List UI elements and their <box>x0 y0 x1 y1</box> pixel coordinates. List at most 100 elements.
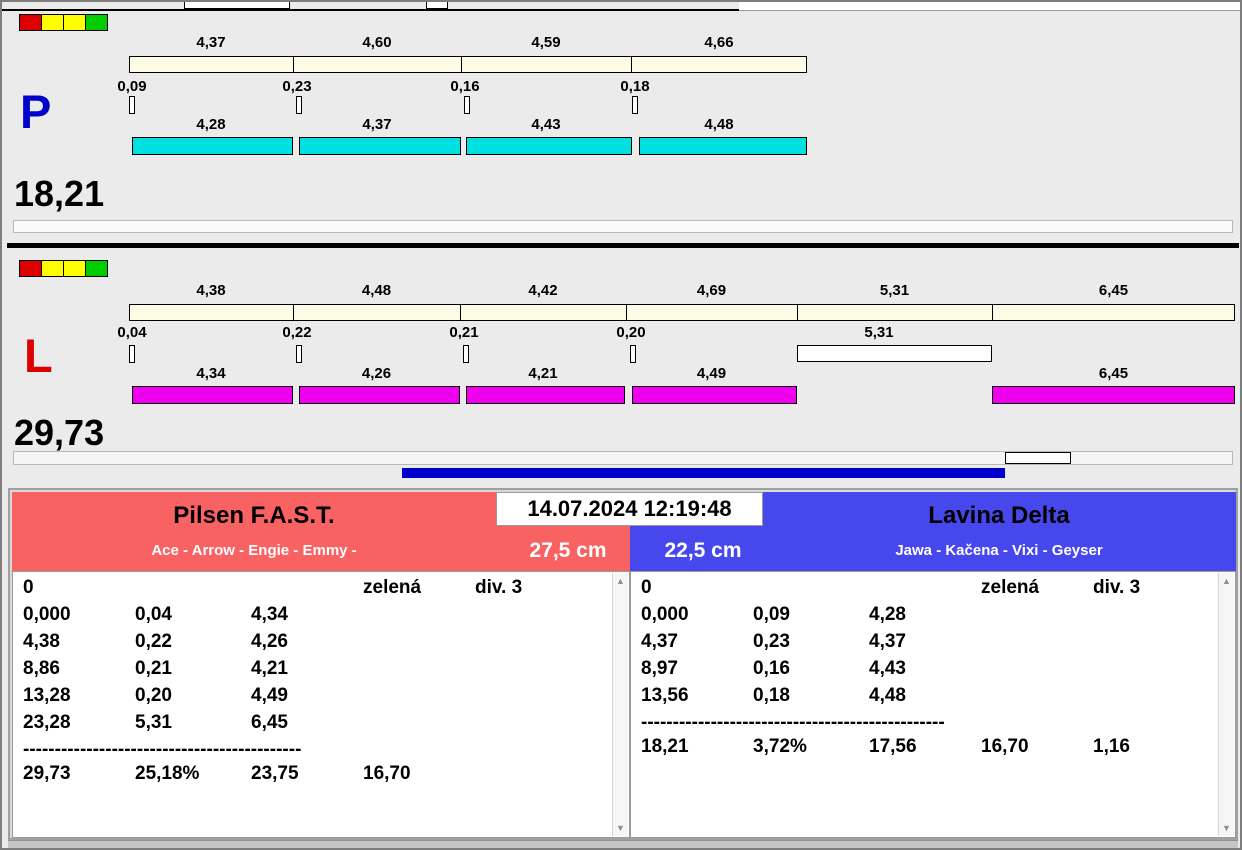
table-cell: 16,70 <box>363 763 411 784</box>
table-cell: 23,28 <box>23 712 71 733</box>
table-cell: 0,18 <box>753 685 790 706</box>
l-change-label: 0,04 <box>117 324 147 341</box>
p-bottom-split-label: 4,48 <box>704 116 734 133</box>
p-tick-mark <box>464 96 470 114</box>
top-edge-line <box>2 9 739 11</box>
l-top-bar <box>129 304 1235 321</box>
l-top-bar-divider <box>992 304 993 321</box>
p-top-split-label: 4,59 <box>531 34 561 51</box>
table-row: 23,28 5,31 6,45 <box>13 712 611 739</box>
top-right-strip <box>739 2 1240 11</box>
right-table-scrollbar[interactable]: ▲ ▼ <box>1218 573 1234 836</box>
bottom-strip <box>8 840 1238 848</box>
l-top-split-label: 4,38 <box>196 282 226 299</box>
p-top-bar-divider <box>631 56 632 73</box>
table-cell: 4,37 <box>641 631 678 652</box>
p-status-light-yellow1-icon <box>41 14 64 31</box>
timing-app-window: 4,37 4,60 4,59 4,66 0,09 0,23 0,16 0,18 … <box>0 0 1242 850</box>
p-tick-mark <box>632 96 638 114</box>
table-cell: 0 <box>641 577 652 598</box>
l-pending-bar <box>797 345 992 362</box>
l-tick-mark <box>463 345 469 363</box>
l-split-bar <box>992 386 1235 404</box>
table-cell: 16,70 <box>981 736 1029 757</box>
right-team-members: Jawa - Kačena - Vixi - Geyser <box>895 542 1103 559</box>
l-top-bar-divider <box>460 304 461 321</box>
p-change-label: 0,18 <box>620 78 650 95</box>
l-top-split-label: 4,69 <box>696 282 727 299</box>
table-cell: zelená <box>363 577 422 598</box>
p-total-time: 18,21 <box>14 173 105 214</box>
p-top-bar-divider <box>293 56 294 73</box>
p-change-label: 0,16 <box>450 78 480 95</box>
l-top-split-label: 6,45 <box>1098 282 1129 299</box>
left-results-table[interactable]: 0 zelená div. 3 0,000 0,04 4,34 4,38 0,2… <box>12 571 630 838</box>
p-split-bar <box>639 137 807 155</box>
table-summary-row: 29,73 25,18% 23,75 16,70 <box>13 763 611 790</box>
table-cell: 3,72% <box>753 736 807 757</box>
table-cell: 0,000 <box>641 604 689 625</box>
l-lane-letter: L <box>24 329 53 382</box>
l-bottom-split-label: 4,49 <box>696 365 727 382</box>
p-status-lights <box>19 14 108 36</box>
p-change-label: 0,09 <box>117 78 147 95</box>
l-change-label: 0,20 <box>616 324 646 341</box>
p-bottom-split-label: 4,43 <box>531 116 561 133</box>
table-row: 13,28 0,20 4,49 <box>13 685 611 712</box>
table-cell: 0,09 <box>753 604 790 625</box>
table-cell: 29,73 <box>23 763 71 784</box>
left-table-scrollbar[interactable]: ▲ ▼ <box>612 573 628 836</box>
p-split-bar <box>132 137 293 155</box>
datetime-display: 14.07.2024 12:19:48 <box>496 492 763 526</box>
table-separator: ----------------------------------------… <box>641 712 945 733</box>
table-cell: 13,56 <box>641 685 689 706</box>
table-cell: 1,16 <box>1093 736 1130 757</box>
table-cell: 13,28 <box>23 685 71 706</box>
l-top-bar-divider <box>293 304 294 321</box>
table-cell: 6,45 <box>251 712 288 733</box>
p-tick-mark <box>296 96 302 114</box>
table-cell: zelená <box>981 577 1040 598</box>
p-top-split-label: 4,37 <box>196 34 226 51</box>
table-row: 4,37 0,23 4,37 <box>631 631 1217 658</box>
l-split-bar <box>632 386 797 404</box>
p-empty-track <box>13 220 1233 233</box>
scroll-up-icon[interactable]: ▲ <box>1219 576 1234 586</box>
l-split-bar <box>132 386 293 404</box>
table-row: 0 zelená div. 3 <box>631 577 1217 604</box>
table-cell: 18,21 <box>641 736 689 757</box>
right-team-jump-height: 22,5 cm <box>664 539 742 562</box>
p-status-light-green-icon <box>85 14 108 31</box>
scroll-up-icon[interactable]: ▲ <box>613 576 628 586</box>
l-status-light-green-icon <box>85 260 108 277</box>
l-tick-mark <box>129 345 135 363</box>
scroll-down-icon[interactable]: ▼ <box>613 823 628 833</box>
small-indicator-box <box>1005 452 1071 464</box>
l-bottom-split-label: 4,26 <box>361 365 392 382</box>
l-split-bar <box>299 386 460 404</box>
p-bottom-split-label: 4,37 <box>362 116 392 133</box>
table-cell: 4,26 <box>251 631 288 652</box>
table-cell: 4,49 <box>251 685 288 706</box>
top-tab-artifact-small <box>426 2 448 9</box>
l-mid-value-label: 5,31 <box>864 324 894 341</box>
table-cell: 4,28 <box>869 604 906 625</box>
table-cell: 23,75 <box>251 763 299 784</box>
table-cell: 4,37 <box>869 631 906 652</box>
table-cell: 4,43 <box>869 658 906 679</box>
scroll-down-icon[interactable]: ▼ <box>1219 823 1234 833</box>
right-results-table[interactable]: 0 zelená div. 3 0,000 0,09 4,28 4,37 0,2… <box>630 571 1236 838</box>
l-total-time: 29,73 <box>14 412 105 453</box>
l-status-light-yellow1-icon <box>41 260 64 277</box>
p-tick-mark <box>129 96 135 114</box>
table-cell: 0,20 <box>135 685 172 706</box>
table-cell: 8,86 <box>23 658 60 679</box>
table-cell: 0,000 <box>23 604 71 625</box>
table-cell: 0,04 <box>135 604 172 625</box>
left-results-content: 0 zelená div. 3 0,000 0,04 4,34 4,38 0,2… <box>13 577 611 833</box>
lane-divider <box>7 243 1239 248</box>
table-cell: 0,23 <box>753 631 790 652</box>
top-tab-artifact <box>184 2 290 9</box>
table-row: 8,97 0,16 4,43 <box>631 658 1217 685</box>
p-split-bar <box>299 137 461 155</box>
